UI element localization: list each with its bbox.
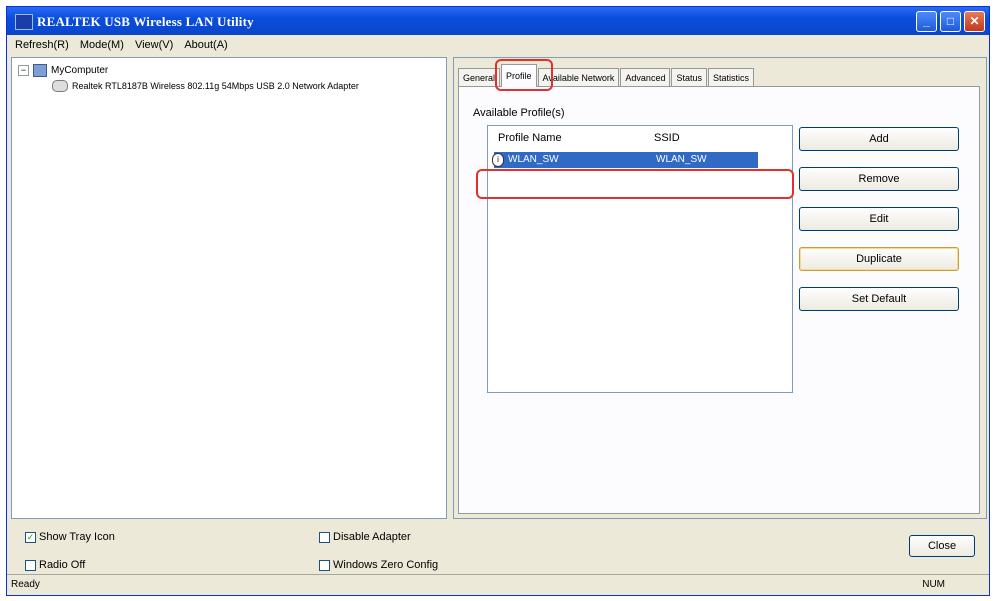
annotation-highlight-row (476, 169, 794, 199)
options-area: ✓ Show Tray Icon Radio Off Disable Adapt… (7, 521, 989, 575)
window-title: REALTEK USB Wireless LAN Utility (37, 14, 254, 29)
tree-item-mycomputer[interactable]: − MyComputer (18, 64, 108, 77)
checkbox-icon[interactable] (25, 559, 36, 571)
column-profile-name[interactable]: Profile Name (498, 132, 562, 144)
ssid-cell: WLAN_SW (656, 154, 707, 165)
device-tree: − MyComputer Realtek RTL8187B Wireless 8… (11, 57, 447, 519)
radio-off-label: Radio Off (39, 559, 86, 571)
menu-view[interactable]: View(V) (135, 39, 173, 51)
status-bar: Ready NUM (7, 574, 989, 595)
menu-refresh[interactable]: Refresh(R) (15, 39, 69, 51)
available-profiles-label: Available Profile(s) (473, 107, 565, 119)
show-tray-icon-checkbox[interactable]: ✓ Show Tray Icon (25, 531, 115, 543)
add-button[interactable]: Add (799, 127, 959, 151)
profiles-list[interactable]: Profile Name SSID i WLAN_SW WLAN_SW (487, 125, 793, 393)
computer-icon (33, 64, 47, 77)
network-adapter-icon (52, 80, 68, 92)
main-window: REALTEK USB Wireless LAN Utility _ □ ✕ R… (6, 6, 990, 596)
info-icon: i (492, 153, 504, 167)
menu-mode[interactable]: Mode(M) (80, 39, 124, 51)
disable-adapter-checkbox[interactable]: Disable Adapter (319, 531, 411, 543)
collapse-icon[interactable]: − (18, 65, 29, 76)
tree-child-label: Realtek RTL8187B Wireless 802.11g 54Mbps… (72, 81, 359, 91)
menu-bar: Refresh(R) Mode(M) View(V) About(A) (7, 37, 989, 55)
maximize-icon[interactable]: □ (940, 11, 961, 32)
app-icon (15, 14, 33, 30)
checkbox-checked-icon[interactable]: ✓ (25, 531, 36, 543)
profile-panel: Available Profile(s) Profile Name SSID i… (458, 86, 980, 514)
windows-zero-config-checkbox[interactable]: Windows Zero Config (319, 559, 438, 571)
checkbox-icon[interactable] (319, 559, 330, 571)
close-icon[interactable]: ✕ (964, 11, 985, 32)
title-bar[interactable]: REALTEK USB Wireless LAN Utility _ □ ✕ (7, 7, 989, 35)
radio-off-checkbox[interactable]: Radio Off (25, 559, 85, 571)
annotation-highlight-tab (495, 59, 553, 91)
remove-button[interactable]: Remove (799, 167, 959, 191)
column-ssid[interactable]: SSID (654, 132, 680, 144)
disable-adapter-label: Disable Adapter (333, 531, 411, 543)
show-tray-icon-label: Show Tray Icon (39, 531, 115, 543)
status-text: Ready (11, 579, 40, 590)
tab-container: General Profile Available Network Advanc… (453, 57, 987, 519)
tab-advanced[interactable]: Advanced (620, 68, 671, 87)
set-default-button[interactable]: Set Default (799, 287, 959, 311)
minimize-icon[interactable]: _ (916, 11, 937, 32)
tree-item-adapter[interactable]: Realtek RTL8187B Wireless 802.11g 54Mbps… (52, 80, 359, 92)
profile-name-cell: WLAN_SW (508, 154, 559, 165)
menu-about[interactable]: About(A) (184, 39, 227, 51)
close-button[interactable]: Close (909, 535, 975, 557)
edit-button[interactable]: Edit (799, 207, 959, 231)
tree-root-label: MyComputer (51, 65, 109, 76)
checkbox-icon[interactable] (319, 531, 330, 543)
list-item[interactable]: i WLAN_SW WLAN_SW (492, 152, 758, 168)
duplicate-button[interactable]: Duplicate (799, 247, 959, 271)
num-lock-indicator: NUM (922, 579, 945, 590)
windows-zero-config-label: Windows Zero Config (333, 559, 439, 571)
tab-general[interactable]: General (458, 68, 501, 87)
tab-statistics[interactable]: Statistics (707, 68, 754, 87)
tab-status[interactable]: Status (671, 68, 707, 87)
